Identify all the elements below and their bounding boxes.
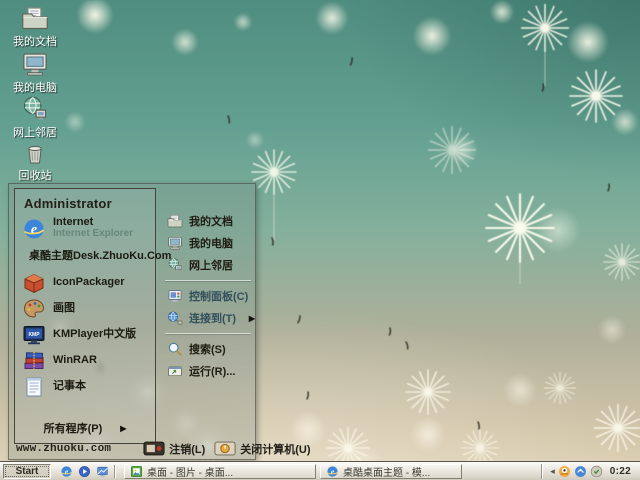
menu-item-label: 我的电脑 xyxy=(189,238,233,250)
menu-item-paint[interactable]: 画图 xyxy=(15,296,155,322)
image-viewer-icon xyxy=(130,465,143,478)
internet-explorer-icon xyxy=(60,465,73,478)
taskbar: Start 桌面 - 图片 - 桌面... 桌酷桌面主题 - 模... ◂ 0:… xyxy=(0,461,640,480)
desktop-icon-network-places[interactable]: 网上邻居 xyxy=(5,95,65,141)
user-name: Administrator xyxy=(24,196,112,211)
turn-off-label: 关闭计算机(U) xyxy=(240,443,311,456)
quick-launch-show-desktop[interactable] xyxy=(96,465,109,478)
menu-item-run[interactable]: 运行(R)... xyxy=(163,360,253,382)
menu-item-label: 控制面板(C) xyxy=(189,291,249,303)
menu-item-network-places[interactable]: 网上邻居 xyxy=(163,254,253,276)
taskbar-divider xyxy=(114,464,115,478)
status-icon[interactable] xyxy=(590,465,603,478)
menu-item-my-computer[interactable]: 我的电脑 xyxy=(163,232,253,254)
run-icon xyxy=(167,363,183,379)
notepad-icon xyxy=(22,375,46,399)
quick-launch-bar xyxy=(60,465,109,478)
system-tray: ◂ 0:22 xyxy=(541,463,638,479)
menu-item-label: 记事本 xyxy=(53,380,86,393)
start-menu-right-panel: 我的文档 我的电脑 网上邻居 控制面板(C) 连接到(T) ▶ 搜索(S) 运行… xyxy=(163,210,255,382)
log-off-icon xyxy=(143,441,165,456)
desktop-icon-my-computer[interactable]: 我的电脑 xyxy=(5,50,65,96)
taskbar-clock[interactable]: 0:22 xyxy=(610,466,631,477)
desktop-icon-recycle-bin[interactable]: 回收站 xyxy=(5,142,65,184)
menu-item-label: 搜索(S) xyxy=(189,344,226,356)
zhuoku-website-label: www.zhuoku.com xyxy=(16,442,112,455)
start-button[interactable]: Start xyxy=(3,463,51,479)
paint-icon xyxy=(22,297,46,321)
menu-item-label: KMPlayer中文版 xyxy=(53,328,137,341)
winrar-icon xyxy=(22,349,46,373)
log-off-label: 注销(L) xyxy=(169,443,206,456)
search-icon xyxy=(167,341,183,357)
turn-off-computer-button[interactable]: 关闭计算机(U) xyxy=(214,441,311,457)
task-button-image-folder[interactable]: 桌面 - 图片 - 桌面... xyxy=(124,463,316,479)
menu-item-control-panel[interactable]: 控制面板(C) xyxy=(163,285,253,307)
menu-item-connect-to[interactable]: 连接到(T) ▶ xyxy=(163,307,255,329)
menu-item-label: 我的文档 xyxy=(189,216,233,228)
menu-item-my-documents[interactable]: 我的文档 xyxy=(163,210,253,232)
tray-collapse-chevron-icon[interactable]: ◂ xyxy=(550,466,555,476)
menu-item-label: WinRAR xyxy=(53,354,97,367)
all-programs-button[interactable]: 所有程序(P) ▶ xyxy=(15,420,155,436)
task-button-zhuoku-browser[interactable]: 桌酷桌面主题 - 模... xyxy=(320,463,462,479)
menu-item-search[interactable]: 搜索(S) xyxy=(163,338,253,360)
start-menu: Administrator Internet Internet Explorer … xyxy=(8,183,311,460)
menu-item-label: Internet xyxy=(53,216,94,229)
submenu-arrow-icon: ▶ xyxy=(120,423,127,433)
menu-item-label: 连接到(T) xyxy=(189,313,237,325)
desktop-icon-label: 网上邻居 xyxy=(13,127,57,139)
connect-to-icon xyxy=(167,310,183,326)
kmplayer-icon xyxy=(22,323,46,347)
menu-item-zhuoku-theme[interactable]: 桌酷主题Desk.ZhuoKu.Com xyxy=(15,244,171,270)
task-button-label: 桌面 - 图片 - 桌面... xyxy=(147,467,234,479)
menu-item-label: 网上邻居 xyxy=(189,260,233,272)
show-desktop-icon xyxy=(96,465,109,478)
control-panel-icon xyxy=(167,288,183,304)
media-player-icon xyxy=(78,465,91,478)
menu-separator xyxy=(165,280,251,281)
iconpackager-icon xyxy=(22,271,46,295)
network-places-icon xyxy=(167,257,183,273)
menu-item-winrar[interactable]: WinRAR xyxy=(15,348,155,374)
messenger-icon[interactable] xyxy=(574,465,587,478)
menu-item-internet[interactable]: Internet Internet Explorer xyxy=(15,213,155,244)
task-button-label: 桌酷桌面主题 - 模... xyxy=(343,467,431,479)
menu-item-label: 运行(R)... xyxy=(189,366,236,378)
desktop-icon-label: 回收站 xyxy=(18,170,52,182)
recycle-bin-icon xyxy=(23,142,47,166)
quick-launch-internet-explorer[interactable] xyxy=(60,465,73,478)
turn-off-icon xyxy=(214,441,236,456)
desktop: 我的文档 我的电脑 网上邻居 回收站 Administrator Interne… xyxy=(0,0,640,480)
menu-item-notepad[interactable]: 记事本 xyxy=(15,374,155,400)
desktop-icon-my-documents[interactable]: 我的文档 xyxy=(5,4,65,50)
my-computer-icon xyxy=(21,50,49,78)
my-documents-icon xyxy=(21,4,49,32)
menu-item-label: 桌酷主题Desk.ZhuoKu.Com xyxy=(29,250,172,263)
all-programs-label: 所有程序(P) xyxy=(43,423,103,435)
menu-item-label: 画图 xyxy=(53,302,75,315)
desktop-icon-label: 我的文档 xyxy=(13,36,57,48)
submenu-arrow-icon: ▶ xyxy=(248,313,255,323)
menu-separator xyxy=(165,333,251,334)
internet-explorer-icon xyxy=(22,217,46,241)
menu-item-sublabel: Internet Explorer xyxy=(53,228,134,240)
network-places-icon xyxy=(21,95,49,123)
internet-explorer-icon xyxy=(326,465,339,478)
my-computer-icon xyxy=(167,235,183,251)
menu-item-iconpackager[interactable]: IconPackager xyxy=(15,270,155,296)
menu-item-kmplayer[interactable]: KMPlayer中文版 xyxy=(15,322,155,348)
my-documents-icon xyxy=(167,213,183,229)
desktop-icon-label: 我的电脑 xyxy=(13,82,57,94)
qq-icon[interactable] xyxy=(558,465,571,478)
log-off-button[interactable]: 注销(L) xyxy=(143,441,205,457)
start-menu-left-panel: Administrator Internet Internet Explorer … xyxy=(14,188,171,444)
menu-item-label: IconPackager xyxy=(53,276,125,289)
quick-launch-media-player[interactable] xyxy=(78,465,91,478)
start-menu-footer: www.zhuoku.com 注销(L) 关闭计算机(U) xyxy=(9,440,311,457)
